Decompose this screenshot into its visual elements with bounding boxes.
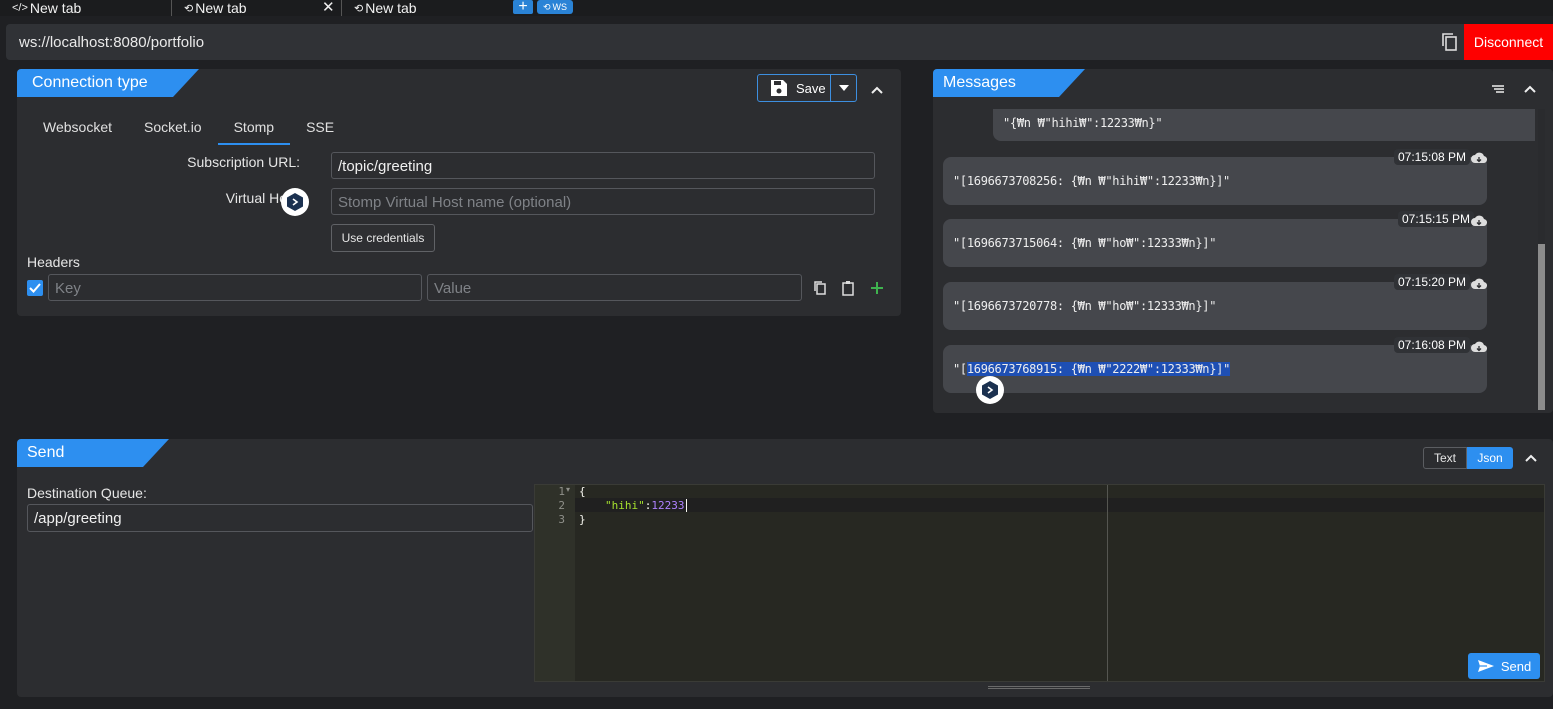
cloud-download-icon[interactable] — [1471, 152, 1487, 164]
subscription-url-input[interactable]: /topic/greeting — [331, 152, 875, 179]
json-value: 12233 — [651, 499, 685, 512]
message-timestamp: 07:15:08 PM — [1394, 149, 1471, 165]
header-key-input[interactable]: Key — [48, 274, 422, 301]
fold-arrow-icon[interactable]: ▾ — [566, 485, 570, 494]
format-toggle: Text Json — [1423, 447, 1513, 469]
save-dropdown-button[interactable] — [831, 74, 857, 102]
clear-messages-icon[interactable] — [1491, 82, 1505, 96]
tab-websocket[interactable]: Websocket — [43, 119, 128, 145]
message-text-selected: 1696673768915: {₩n ₩"2222₩":12333₩n}]" — [966, 362, 1230, 376]
scrollbar-thumb[interactable] — [1538, 244, 1545, 410]
code-line-2: "hihi":12233 — [605, 499, 687, 512]
tab-divider — [171, 0, 172, 16]
ws-badge-label: WS — [552, 2, 568, 12]
code-icon: </> — [12, 2, 28, 14]
code-editor[interactable]: 1 ▾ 2 3 { "hihi":12233 } — [534, 484, 1545, 682]
tab-divider — [341, 0, 342, 16]
messages-title: Messages — [933, 69, 1085, 97]
message-timestamp: 07:15:15 PM — [1398, 211, 1475, 227]
browser-tab-strip: </> New tab ⟲ New tab ✕ ⟲ New tab + ⟲ WS — [0, 0, 1553, 16]
headers-label: Headers — [27, 254, 80, 270]
message-text: "{₩n ₩"hihi₩":12233₩n}" — [1003, 116, 1163, 130]
tab-socketio[interactable]: Socket.io — [128, 119, 218, 145]
send-title: Send — [17, 439, 169, 467]
header-value-input[interactable]: Value — [427, 274, 802, 301]
message-timestamp: 07:15:20 PM — [1394, 274, 1471, 290]
disconnect-button[interactable]: Disconnect — [1464, 24, 1553, 60]
paste-icon[interactable] — [840, 280, 856, 296]
extension-badge-icon[interactable] — [976, 376, 1004, 404]
mode-json-button[interactable]: Json — [1467, 447, 1513, 469]
cloud-download-icon[interactable] — [1471, 215, 1487, 227]
send-button[interactable]: Send — [1468, 653, 1540, 679]
chevron-up-icon[interactable] — [1523, 82, 1537, 96]
cloud-download-icon[interactable] — [1471, 341, 1487, 353]
tab-stomp[interactable]: Stomp — [217, 119, 291, 145]
tab-1[interactable]: </> New tab — [12, 0, 81, 16]
connection-title: Connection type — [17, 69, 199, 97]
line-number: 1 — [558, 485, 565, 498]
line-number: 3 — [558, 513, 565, 526]
tab-label: New tab — [195, 0, 247, 16]
tab-2[interactable]: ⟲ New tab — [184, 0, 247, 16]
json-key: "hihi" — [605, 499, 645, 512]
code-line-3: } — [579, 513, 586, 526]
message-text: "[1696673715064: {₩n ₩"ho₩":12333₩n}]" — [953, 236, 1217, 250]
copy-icon[interactable] — [1440, 32, 1460, 52]
use-credentials-button[interactable]: Use credentials — [331, 224, 435, 252]
connection-panel: Connection type Save Websocket Socket.io… — [17, 69, 901, 316]
message-text: "[1696673708256: {₩n ₩"hihi₩":12233₩n}]" — [953, 174, 1230, 188]
ws-badge: ⟲ WS — [537, 0, 573, 14]
floppy-disk-icon — [771, 80, 787, 96]
add-header-icon[interactable] — [869, 280, 885, 296]
destination-queue-input[interactable]: /app/greeting — [27, 504, 533, 532]
cloud-download-icon[interactable] — [1471, 278, 1487, 290]
tab-3[interactable]: ⟲ New tab — [354, 0, 417, 16]
tab-sse[interactable]: SSE — [290, 119, 350, 145]
destination-queue-label: Destination Queue: — [27, 485, 147, 501]
connection-type-tabs: Websocket Socket.io Stomp SSE — [43, 119, 350, 145]
header-enabled-checkbox[interactable] — [27, 280, 43, 296]
text-cursor — [685, 499, 687, 512]
tab-label: New tab — [365, 0, 417, 16]
message-text: "[ — [953, 362, 967, 376]
tab-label: New tab — [29, 0, 82, 16]
message-item[interactable]: "{₩n ₩"hihi₩":12233₩n}" — [993, 109, 1535, 141]
paper-plane-icon — [1477, 660, 1494, 672]
line-number: 2 — [558, 499, 565, 512]
extension-hex-icon — [287, 193, 303, 211]
add-tab-button[interactable]: + — [513, 0, 533, 15]
websocket-icon: ⟲ — [184, 2, 194, 15]
url-bar: ws://localhost:8080/portfolio — [6, 24, 1553, 60]
send-label: Send — [1500, 658, 1532, 674]
print-margin — [1107, 485, 1108, 681]
messages-scrollbar[interactable] — [1538, 109, 1545, 410]
save-label: Save — [796, 80, 826, 96]
extension-badge-icon[interactable] — [281, 188, 309, 216]
checkmark-icon — [29, 283, 41, 293]
caret-down-icon — [838, 85, 849, 91]
code-line-1: { — [579, 485, 586, 498]
copy-icon[interactable] — [812, 280, 828, 296]
mode-text-button[interactable]: Text — [1423, 447, 1467, 469]
send-panel: Send Text Json Destination Queue: /app/g… — [17, 439, 1553, 697]
resize-handle[interactable] — [988, 686, 1090, 689]
save-button[interactable]: Save — [757, 74, 831, 102]
url-input[interactable]: ws://localhost:8080/portfolio — [19, 34, 204, 51]
extension-hex-icon — [982, 381, 998, 399]
message-list[interactable]: "{₩n ₩"hihi₩":12233₩n}" "[1696673708256:… — [943, 109, 1535, 410]
chevron-up-icon[interactable] — [870, 83, 884, 97]
message-timestamp: 07:16:08 PM — [1394, 337, 1471, 353]
messages-panel: Messages "{₩n ₩"hihi₩":12233₩n}" "[16966… — [933, 69, 1553, 413]
subscription-url-label: Subscription URL: — [187, 154, 300, 170]
save-group: Save — [757, 74, 857, 102]
close-tab-icon[interactable]: ✕ — [322, 0, 335, 16]
chevron-up-icon[interactable] — [1524, 451, 1538, 465]
websocket-icon: ⟲ — [354, 2, 364, 15]
virtual-host-input[interactable]: Stomp Virtual Host name (optional) — [331, 188, 875, 215]
websocket-icon: ⟲ — [542, 1, 551, 12]
message-text: "[1696673720778: {₩n ₩"ho₩":12333₩n}]" — [953, 299, 1217, 313]
editor-active-line — [575, 498, 1544, 512]
virtual-host-label: Virtual Ho — [225, 190, 287, 206]
